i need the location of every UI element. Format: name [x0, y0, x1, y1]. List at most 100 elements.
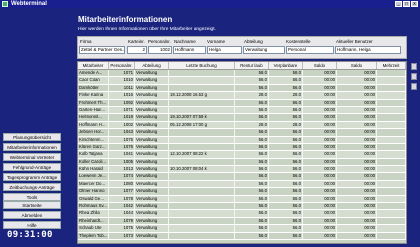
export-icon[interactable]	[411, 73, 417, 80]
table-row[interactable]: Frohmert Th... 1092 Verwaltung 56.0 56.0 00:0…	[78, 99, 406, 107]
table-cell	[169, 158, 235, 166]
col-mitarbeiter[interactable]: Mitarbeiter	[78, 62, 109, 69]
abmelden-button[interactable]: Abmelden	[3, 211, 61, 219]
firma-field[interactable]: Zettel & Partner Ges...	[79, 46, 125, 54]
filter-panel: Firma Karteinr. Personalnr. Nachname Vor…	[77, 36, 407, 59]
table-cell: 56.0	[235, 77, 269, 84]
nav-item-tools[interactable]: Tools	[3, 193, 61, 201]
table-cell	[377, 92, 406, 99]
nav-item-zeitbuchungs-antraege[interactable]: Zeitbuchungs-Anträge	[3, 183, 61, 191]
personalnr-field[interactable]: 1002	[148, 46, 172, 54]
table-row[interactable]: Oswald Ge... 1078 Verwaltung 56.0 56.0 00:00 0…	[78, 195, 406, 204]
table-cell	[377, 121, 406, 129]
table-cell: 56.0	[235, 210, 269, 217]
table-cell: 00:00	[303, 173, 337, 180]
table-cell: Verwaltung	[135, 188, 169, 195]
table-row[interactable]: Koller Caroli... 1005 Verwaltung 56.0 56.0 00…	[78, 158, 406, 167]
kostenstelle-field[interactable]: Personal	[286, 46, 334, 54]
nachname-field[interactable]: Hoffmann	[173, 46, 206, 54]
table-cell: Helmonnit...	[78, 114, 109, 121]
table-row[interactable]: Loewenn Je... 1074 Verwaltung 56.0 56.0 00:00…	[78, 173, 406, 181]
table-cell: 00:00	[337, 106, 377, 114]
table-cell: 56.0	[235, 106, 269, 114]
aktueller-benutzer-field[interactable]: Hoffmann, Helga	[335, 46, 401, 54]
col-verplanbare[interactable]: Verplanbare	[269, 62, 303, 69]
table-cell: 56.0	[235, 166, 269, 173]
table-cell: 1013	[109, 166, 135, 173]
table-cell	[377, 136, 406, 143]
table-cell: 56.0	[269, 143, 303, 151]
table-row[interactable]: Jebsen Hor... 1043 Verwaltung 56.0 56.0 00:00…	[78, 129, 406, 137]
table-cell	[169, 188, 235, 195]
table-row[interactable]: Caor Cüan 1010 Verwaltung 56.0 56.0 00:00 00:0…	[78, 77, 406, 85]
table-cell: 1075	[109, 136, 135, 143]
personalnr-label: Personalnr.	[148, 39, 171, 44]
table-row[interactable]: Rohmaus Sv... 1042 Verwaltung 56.0 56.0 00:00…	[78, 203, 406, 211]
table-row[interactable]: Damkötter 1011 Verwaltung 56.0 56.0 00:00 00:0…	[78, 84, 406, 93]
vorname-field[interactable]: Helga	[207, 46, 242, 54]
table-cell: 56.0	[269, 232, 303, 239]
hilfe-button[interactable]: Hilfe	[3, 221, 61, 229]
table-cell	[377, 106, 406, 114]
table-row[interactable]: Helmonnit... 1019 Verwaltung 19.10.2007 07:…	[78, 114, 406, 122]
table-row[interactable]: Theplem Tob... 1073 Verwaltung 56.0 56.0 00:0…	[78, 232, 406, 240]
col-letzte-buchung[interactable]: Letzte Buchung	[169, 62, 235, 69]
nav-item-tagesprogramm-antraege[interactable]: Tagesprogramm Anträge	[3, 173, 61, 181]
table-cell: Koller Caroli...	[78, 158, 109, 166]
nav-item-webterminal-vertreter[interactable]: Webterminal Vertreter	[3, 153, 61, 161]
table-row[interactable]: Rheinhardt... 1079 Verwaltung 56.0 56.0 00:00…	[78, 217, 406, 226]
table-cell: 1078	[109, 195, 135, 203]
col-personalnr[interactable]: Personalnr.	[109, 62, 135, 69]
close-button[interactable]: x	[411, 1, 418, 7]
table-cell: 00:00	[303, 188, 337, 195]
table-row[interactable]: Garten-Han... 1071 Verwaltung 56.0 56.0 00:00…	[78, 106, 406, 115]
table-cell: Olmer Hanno	[78, 188, 109, 195]
table-row[interactable]: Hoffmann H... 1002 Verwaltung 05.12.2008 17…	[78, 121, 406, 130]
table-cell: Theplem Tob...	[79, 232, 109, 239]
nav-item-mitarbeiterinformationen[interactable]: Mitarbeiterinformationen	[3, 143, 61, 151]
table-cell: Verwaltung	[135, 173, 169, 180]
table-cell: 00:00	[337, 188, 377, 195]
abteilung-field[interactable]: Verwaltung	[243, 46, 285, 54]
table-row[interactable]: Finke Karina 1016 Verwaltung 19.12.2008 16.…	[78, 92, 406, 100]
table-cell: 00:00	[303, 70, 337, 77]
table-row[interactable]: Kolb Tatjana 1041 Verwaltung 12.10.2007 08:…	[78, 151, 406, 159]
table-row[interactable]: Schaub Ute 1075 Verwaltung 56.0 56.0 00:00 00:…	[78, 225, 406, 233]
table-row[interactable]: Maercer Do... 1080 Verwaltung 56.0 56.0 00:00…	[78, 180, 406, 189]
table-cell: Verwaltung	[135, 151, 169, 158]
table-cell	[377, 114, 406, 121]
table-cell: Verwaltung	[135, 92, 169, 99]
table-cell: 00:00	[337, 180, 377, 188]
table-cell	[377, 151, 406, 158]
table-cell: Oswald Ge...	[78, 195, 109, 203]
table-cell: 1042	[109, 203, 135, 210]
col-saldo-2[interactable]: Saldo	[337, 62, 377, 69]
maximize-button[interactable]: □	[403, 1, 410, 7]
print-icon[interactable]	[411, 63, 417, 70]
table-cell: 00:00	[303, 180, 337, 188]
table-cell: 56.0	[235, 99, 269, 106]
col-saldo-1[interactable]: Saldo	[303, 62, 337, 69]
table-cell: 56.0	[235, 151, 269, 158]
table-row[interactable]: Kirschtenm... 1075 Verwaltung 56.0 56.0 00:00…	[78, 136, 406, 144]
table-cell	[169, 143, 235, 151]
table-row[interactable]: Amende A... 1071 Verwaltung 58.0 58.0 00:00 00…	[78, 70, 406, 78]
table-cell: Jebsen Hor...	[78, 129, 109, 136]
table-row[interactable]: Klüren Garz... 1076 Verwaltung 56.0 56.0 00:0…	[78, 143, 406, 152]
table-cell: 00:00	[303, 232, 337, 239]
table-row[interactable]: Kühn Harald 1013 Verwaltung 10.10.2007 08:0…	[78, 166, 406, 174]
minimize-button[interactable]: _	[395, 1, 402, 7]
table-cell: Verwaltung	[135, 129, 169, 136]
refresh-icon[interactable]	[411, 83, 417, 90]
col-mehrzeit[interactable]: Mehrzeit	[377, 62, 406, 69]
table-row[interactable]: Olmer Hanno 1077 Verwaltung 56.0 56.0 00:00 00…	[78, 188, 406, 196]
col-resturlaub[interactable]: Restur laub	[235, 62, 269, 69]
nav-item-fehlgrund-antraege[interactable]: Fehlgrund-Anträge	[3, 163, 61, 171]
table-cell: 56.0	[269, 84, 303, 92]
startseite-button[interactable]: Startseite	[3, 201, 61, 209]
table-cell: 00:00	[303, 84, 337, 92]
nav-item-planungsuebersicht[interactable]: Planungsübersicht	[3, 133, 61, 141]
col-abteilung[interactable]: Abteilung	[135, 62, 169, 69]
table-row[interactable]: Rhea Zhila 1044 Verwaltung 56.0 56.0 00:00 00:…	[78, 210, 406, 218]
karteinr-field[interactable]: 2	[127, 46, 147, 54]
